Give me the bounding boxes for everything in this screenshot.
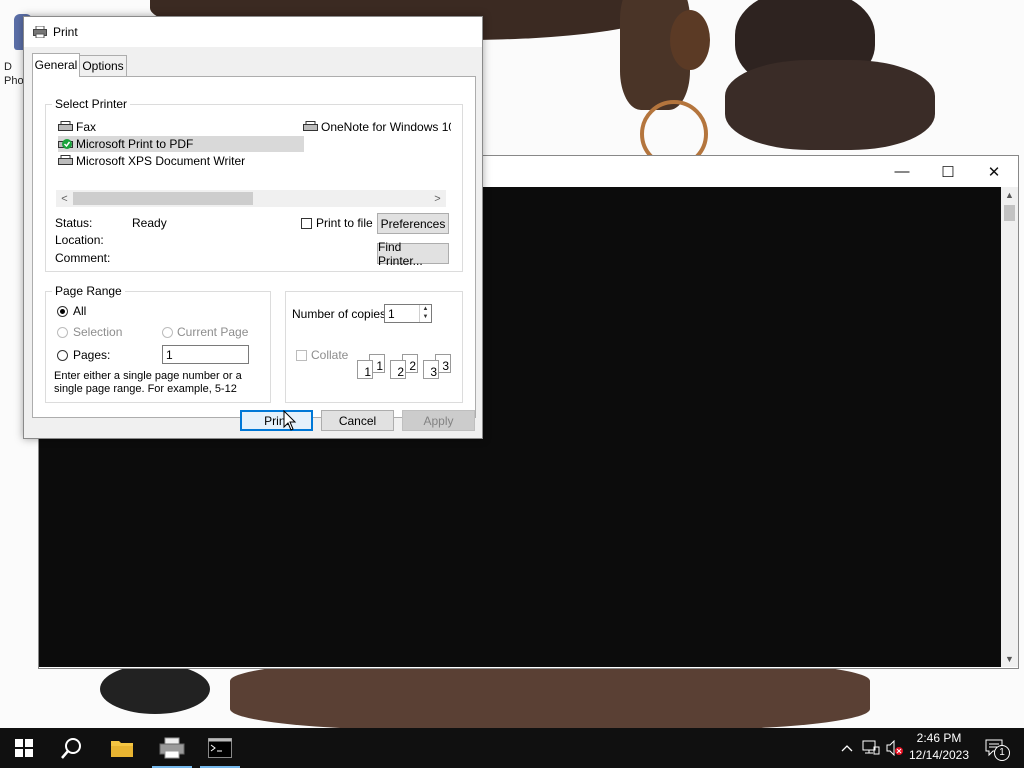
taskbar: 2:46 PM 12/14/2023 1 (0, 728, 1024, 768)
printer-app-icon (159, 737, 185, 759)
printer-icon (58, 154, 73, 165)
printer-icon (303, 120, 318, 131)
print-to-file-label: Print to file (316, 216, 373, 230)
find-printer-button[interactable]: Find Printer... (377, 240, 449, 268)
current-page-radio[interactable] (162, 327, 173, 338)
comment-label: Comment: (55, 251, 111, 265)
show-hidden-icons-button[interactable] (838, 728, 856, 768)
page-range-group: Page Range All Selection Current Page Pa… (45, 284, 271, 403)
clock-time: 2:46 PM (916, 731, 962, 745)
scroll-up-arrow-icon[interactable]: ▲ (1001, 187, 1018, 203)
printer-name: Microsoft XPS Document Writer (76, 154, 246, 168)
number-of-copies-label: Number of copies: (292, 307, 390, 321)
print-to-file-checkbox[interactable] (301, 218, 312, 229)
current-page-label: Current Page (177, 325, 249, 339)
copies-group: Number of copies: ▲ ▼ Collate 1 1 2 2 3 … (285, 291, 463, 403)
scroll-right-arrow-icon[interactable]: > (429, 190, 446, 207)
file-explorer-icon (111, 741, 133, 757)
tab-general[interactable]: General (32, 53, 80, 77)
printer-name: OneNote for Windows 10 (321, 120, 451, 134)
pages-radio[interactable] (57, 350, 68, 361)
network-tray-button[interactable] (860, 728, 882, 768)
maximize-button[interactable]: ☐ (925, 156, 971, 187)
clock-date: 12/14/2023 (908, 748, 970, 762)
scroll-down-arrow-icon[interactable]: ▼ (1001, 651, 1018, 667)
collate-label: Collate (311, 348, 349, 362)
apply-button[interactable]: Apply (402, 410, 475, 431)
print-button[interactable]: Print (240, 410, 313, 431)
close-button[interactable]: ✕ (971, 156, 1017, 187)
fax-printer-icon (58, 120, 73, 131)
pages-label: Pages: (73, 348, 111, 362)
all-pages-label: All (73, 304, 87, 318)
dialog-titlebar[interactable]: Print (24, 17, 482, 47)
print-dialog: Print General Options Select Printer Fax… (23, 16, 483, 439)
scroll-left-arrow-icon[interactable]: < (56, 190, 73, 207)
printer-item-microsoft-print-to-pdf[interactable]: Microsoft Print to PDF (58, 136, 304, 152)
printer-item-fax[interactable]: Fax (58, 119, 96, 135)
notification-count-badge: 1 (994, 745, 1010, 761)
terminal-icon (208, 738, 232, 758)
printer-icon (33, 26, 47, 38)
preferences-button[interactable]: Preferences (377, 213, 449, 234)
taskbar-printer-app[interactable] (148, 728, 196, 768)
taskbar-clock[interactable]: 2:46 PM 12/14/2023 (905, 730, 973, 766)
printer-item-onenote[interactable]: OneNote for Windows 10 (303, 119, 451, 135)
general-tab-panel: Select Printer Fax Microsoft Print to PD… (32, 76, 476, 418)
status-label: Status: (55, 216, 93, 230)
pages-input[interactable] (162, 345, 249, 364)
search-button[interactable] (48, 728, 96, 768)
all-pages-radio[interactable] (57, 306, 68, 317)
action-center-button[interactable]: 1 (980, 728, 1010, 768)
volume-tray-button[interactable] (884, 728, 906, 768)
copies-spinner[interactable]: ▲ ▼ (419, 305, 431, 322)
printer-list-scrollbar[interactable]: < > (56, 190, 446, 207)
selection-label: Selection (73, 325, 123, 339)
status-value: Ready (132, 216, 167, 230)
vertical-scrollbar[interactable]: ▲ ▼ (1001, 187, 1018, 667)
taskbar-file-explorer[interactable] (98, 728, 146, 768)
scroll-thumb[interactable] (73, 192, 253, 205)
select-printer-title: Select Printer (52, 97, 131, 111)
taskbar-terminal[interactable] (196, 728, 244, 768)
page-range-hint: Enter either a single page number or a s… (54, 370, 242, 395)
printer-name: Microsoft Print to PDF (76, 137, 194, 151)
start-button[interactable] (0, 728, 48, 768)
printer-item-microsoft-xps-document-writer[interactable]: Microsoft XPS Document Writer (58, 153, 245, 169)
spin-down-icon[interactable]: ▼ (420, 313, 431, 321)
printer-name: Fax (76, 120, 97, 134)
windows-logo-icon (15, 739, 33, 757)
mouse-cursor-icon (283, 410, 297, 431)
minimize-button[interactable]: — (879, 156, 925, 187)
location-label: Location: (55, 233, 104, 247)
search-icon (61, 738, 81, 759)
network-icon (862, 740, 880, 755)
scroll-thumb[interactable] (1004, 205, 1015, 221)
default-printer-check-icon (58, 137, 73, 149)
dialog-title: Print (53, 25, 78, 39)
volume-muted-icon (886, 740, 903, 756)
cancel-button[interactable]: Cancel (321, 410, 394, 431)
tab-options[interactable]: Options (79, 55, 127, 77)
select-printer-group: Select Printer Fax Microsoft Print to PD… (45, 97, 463, 272)
collate-checkbox[interactable] (296, 350, 307, 361)
chevron-up-icon (841, 745, 853, 752)
desktop-icon-label: D Pho (4, 61, 24, 87)
spin-up-icon[interactable]: ▲ (420, 305, 431, 313)
page-range-title: Page Range (52, 284, 125, 298)
selection-radio[interactable] (57, 327, 68, 338)
